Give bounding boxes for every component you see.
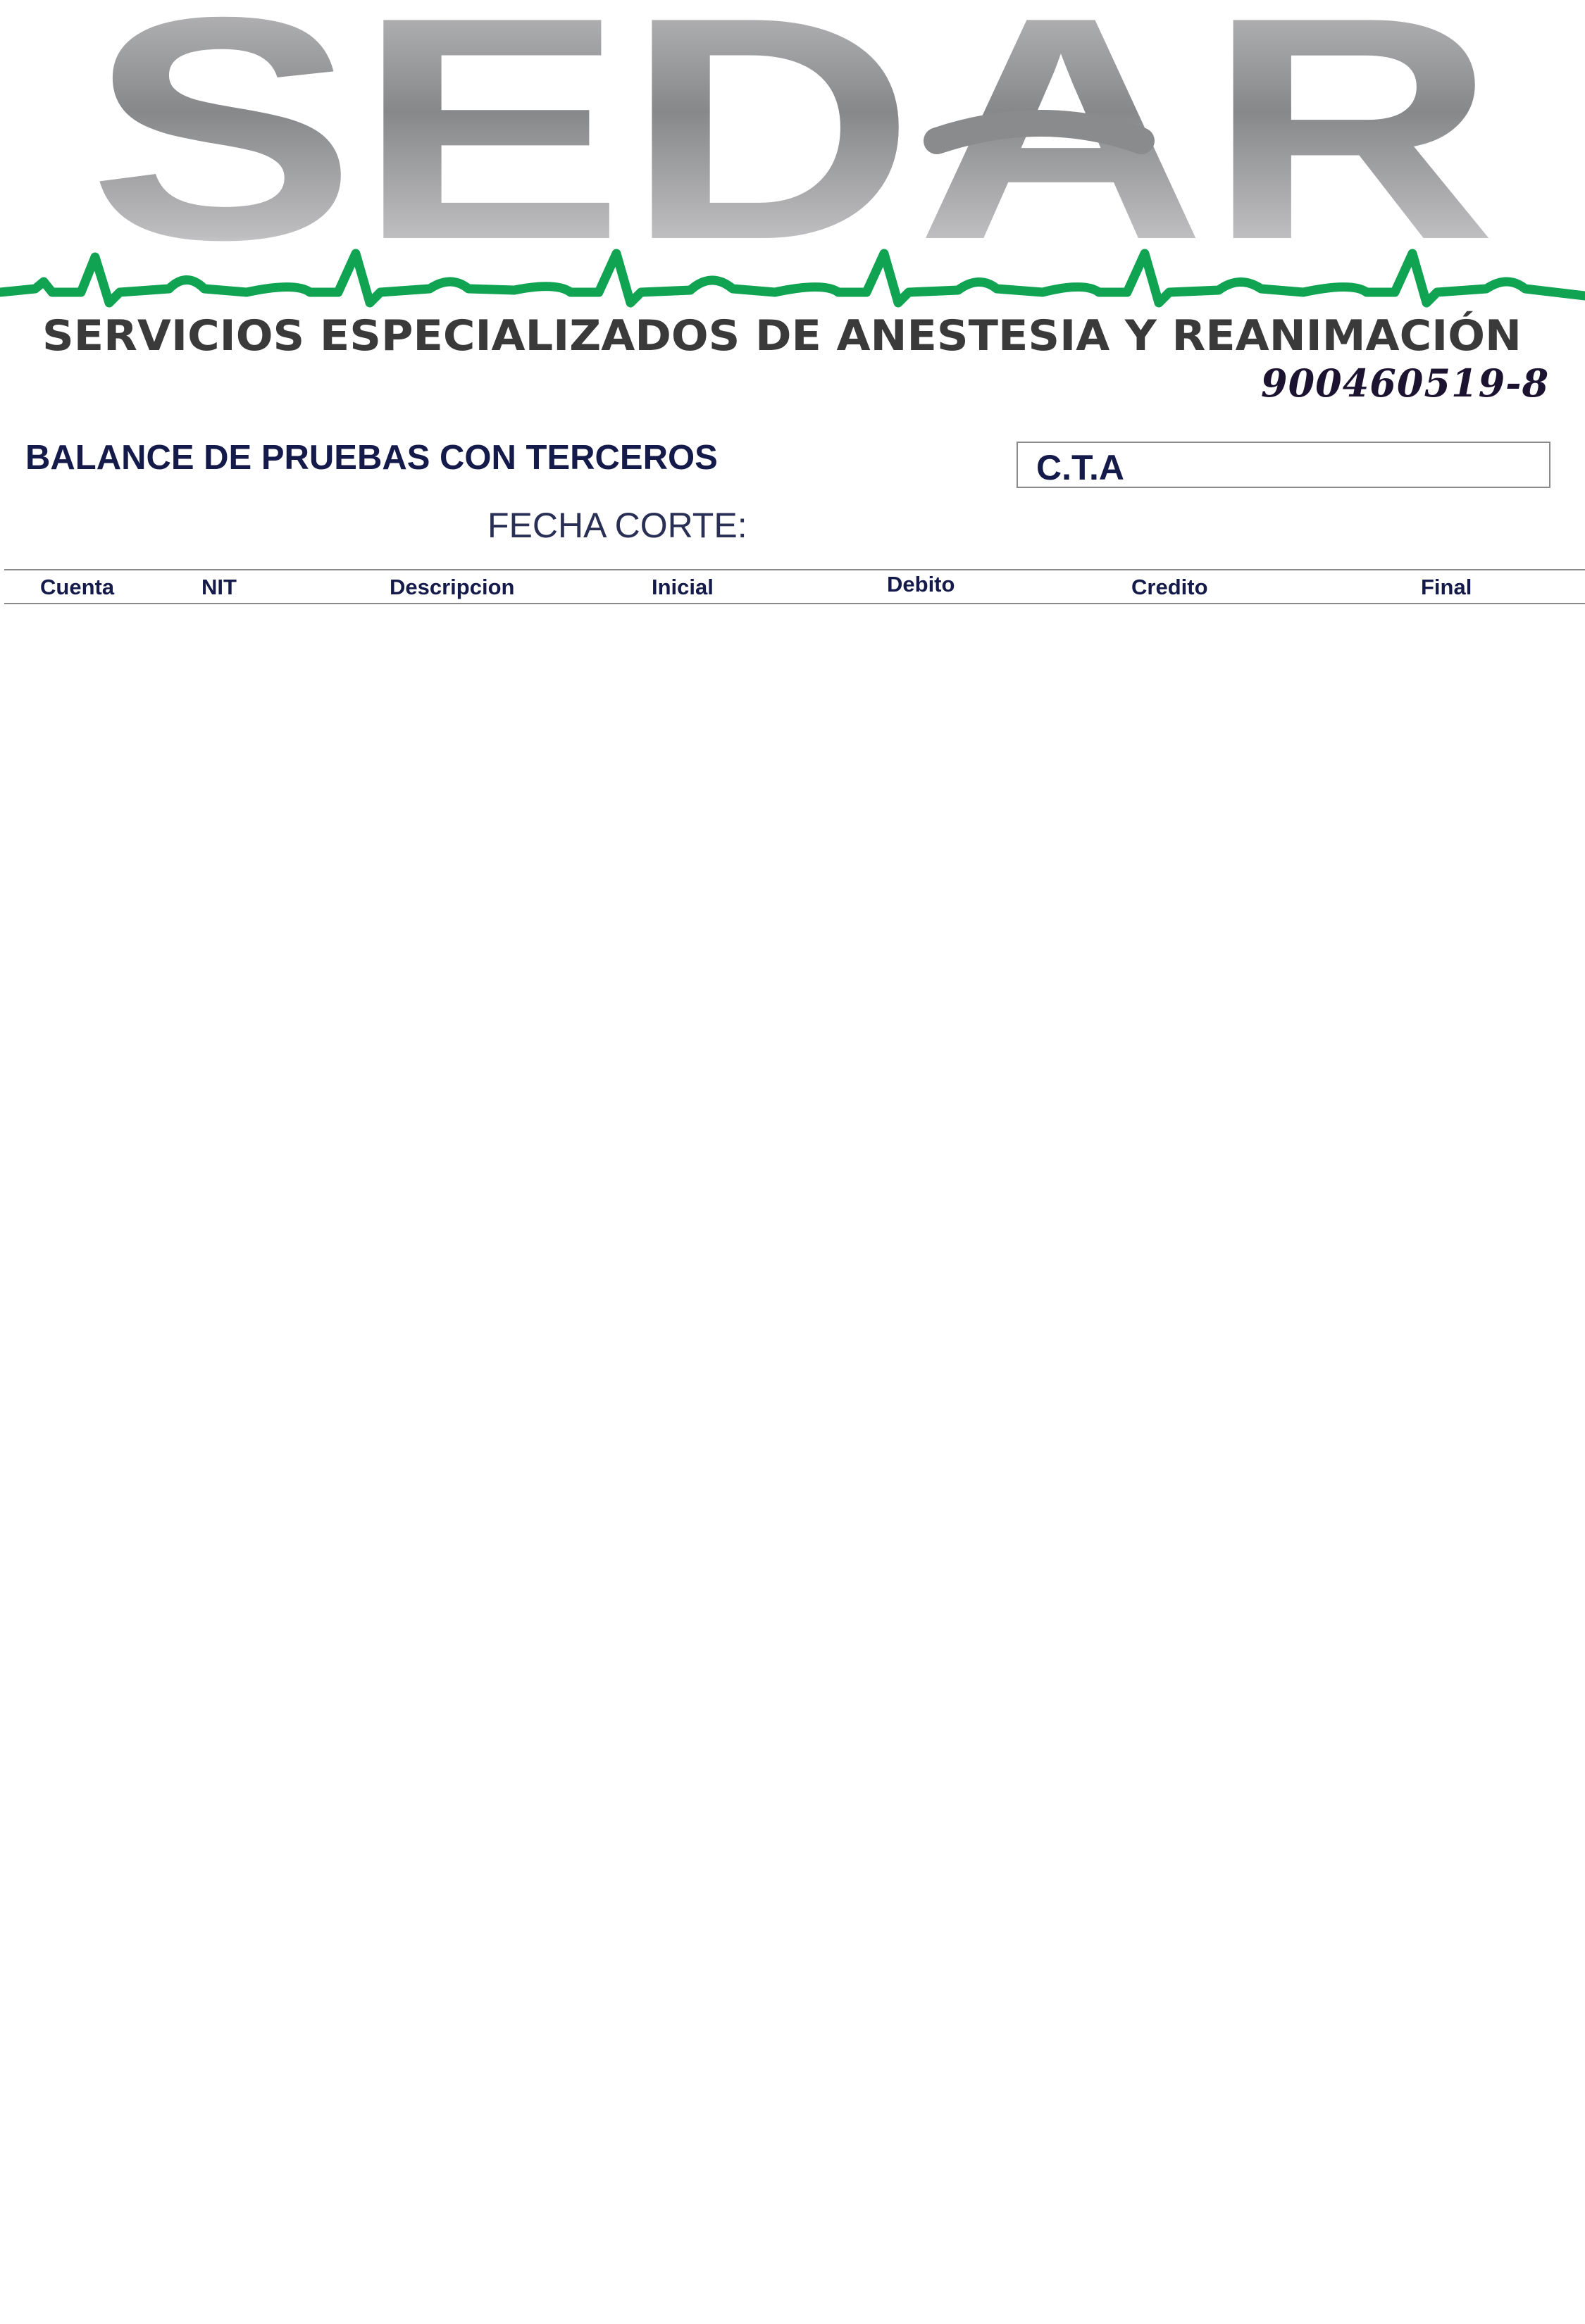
logo-subtitle: SERVICIOS ESPECIALIZADOS DE ANESTESIA Y … bbox=[42, 311, 1522, 361]
column-header-nit: NIT bbox=[201, 575, 237, 599]
logo-wordmark: SEDAR bbox=[88, 0, 1497, 306]
column-header-credito: Credito bbox=[1131, 575, 1208, 599]
cta-label: C.T.A bbox=[1036, 448, 1124, 487]
company-nit: 900460519-8 bbox=[1261, 361, 1550, 406]
sedar-logo: SEDAR SERVICIOS ESPECIALIZADOS DE ANESTE… bbox=[0, 0, 1585, 408]
column-header-debito: Debito bbox=[887, 572, 955, 596]
fecha-corte-label: FECHA CORTE: bbox=[487, 506, 747, 545]
column-header-cuenta: Cuenta bbox=[40, 575, 115, 599]
table-header: Cuenta NIT Descripcion Inicial Debito Cr… bbox=[4, 569, 1585, 604]
cta-box: C.T.A bbox=[1017, 442, 1550, 488]
report-title: BALANCE DE PRUEBAS CON TERCEROS bbox=[25, 439, 718, 477]
column-header-final: Final bbox=[1421, 575, 1472, 599]
column-header-inicial: Inicial bbox=[652, 575, 714, 599]
column-header-descripcion: Descripcion bbox=[390, 575, 515, 599]
